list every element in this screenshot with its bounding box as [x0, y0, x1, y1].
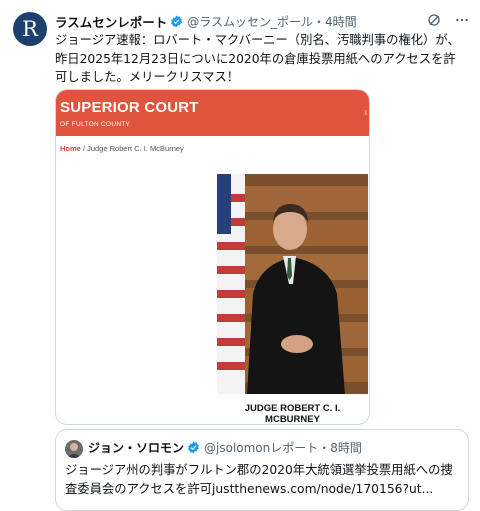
quoted-handle-time[interactable]: @jsolomonレポート・8時間	[204, 439, 362, 456]
quoted-tweet-text: ジョージア州の判事がフルトン郡の2020年大統領選挙投票用紙への捜査委員会のアク…	[65, 463, 453, 496]
court-banner-edge-text: I	[364, 109, 367, 117]
quoted-verified-badge-icon[interactable]	[187, 441, 200, 454]
quoted-author-name[interactable]: ジョン・ソロモン	[88, 439, 184, 456]
quoted-author-avatar[interactable]	[65, 440, 83, 458]
breadcrumb: Home / Judge Robert C. I. McBurney	[60, 144, 184, 153]
court-banner: SUPERIOR COURT OF FULTON COUNTY I	[56, 90, 369, 136]
breadcrumb-current: / Judge Robert C. I. McBurney	[80, 144, 184, 153]
tweet-header: ラスムセンレポート @ラスムッセン_ポール・4時間	[55, 11, 470, 31]
breadcrumb-home: Home	[60, 144, 81, 153]
author-handle-time[interactable]: @ラスムッセン_ポール・4時間	[187, 13, 356, 30]
judge-portrait	[217, 174, 368, 394]
author-name[interactable]: ラスムセンレポート	[55, 12, 167, 31]
judge-caption: JUDGE ROBERT C. I. MCBURNEY	[244, 403, 341, 425]
author-avatar[interactable]: R	[13, 12, 47, 46]
american-flag	[217, 174, 245, 394]
court-subtitle: OF FULTON COUNTY	[60, 121, 131, 128]
quoted-tweet[interactable]: ジョン・ソロモン @jsolomonレポート・8時間 ジョージア州の判事がフルト…	[55, 429, 469, 511]
verified-badge-icon[interactable]	[170, 15, 183, 28]
tweet-text: ジョージア速報：ロバート・マクバーニー（別名、汚職判事の権化）が、昨日2025年…	[55, 33, 460, 84]
grok-icon[interactable]	[426, 12, 442, 33]
tweet-image[interactable]: SUPERIOR COURT OF FULTON COUNTY I Home /…	[55, 89, 370, 425]
quoted-header: ジョン・ソロモン @jsolomonレポート・8時間	[88, 439, 362, 456]
court-title: SUPERIOR COURT	[60, 99, 199, 116]
more-icon[interactable]	[454, 12, 470, 33]
